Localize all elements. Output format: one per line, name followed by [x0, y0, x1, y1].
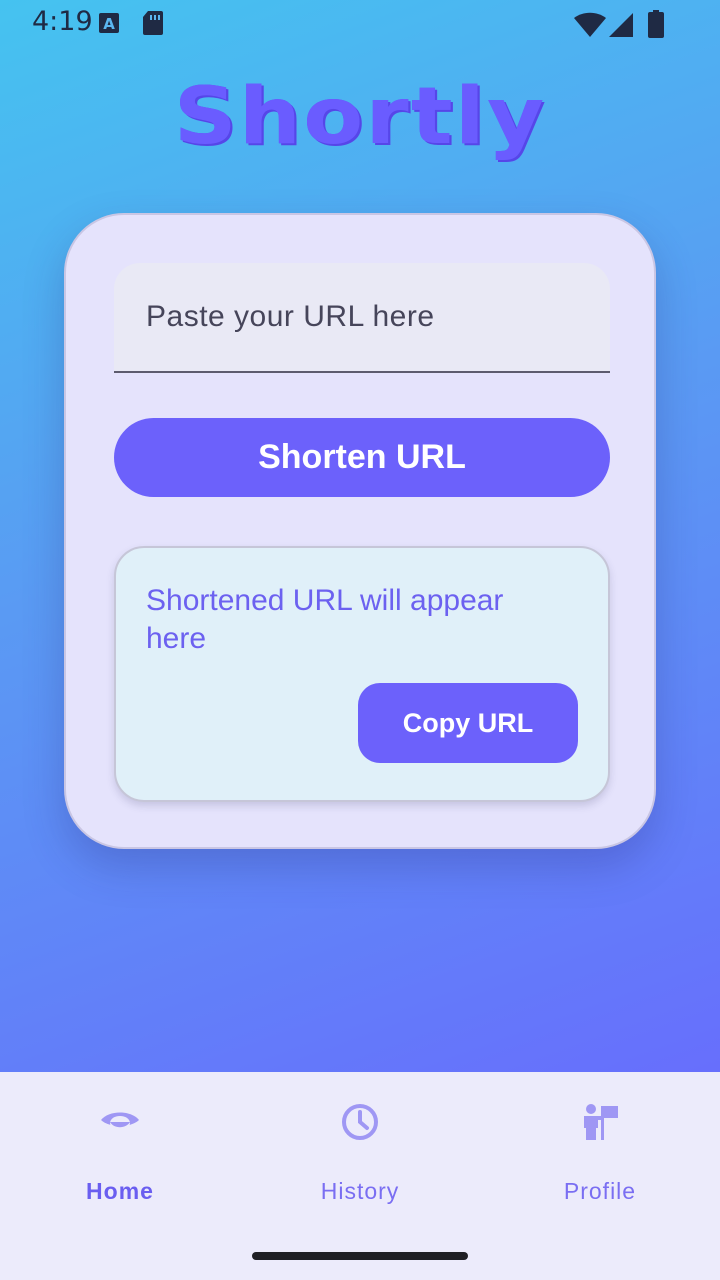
result-box: Shortened URL will appear here Copy URL — [114, 546, 610, 802]
status-time: 4:19 — [32, 6, 93, 37]
shortened-url-text: Shortened URL will appear here — [146, 584, 504, 655]
bottom-navigation: Home History Profile — [0, 1072, 720, 1280]
keyboard-a-icon: A — [98, 10, 120, 42]
eye-icon — [96, 1100, 144, 1144]
app-logo-title: Shortly — [173, 72, 547, 162]
nav-label-history: History — [320, 1178, 400, 1204]
shortener-card: Shorten URL Shortened URL will appear he… — [64, 213, 656, 849]
wifi-icon — [574, 12, 606, 45]
svg-text:A: A — [103, 15, 115, 33]
nav-label-home: Home — [86, 1178, 154, 1204]
shorten-url-button[interactable]: Shorten URL — [114, 418, 610, 497]
sd-card-icon — [142, 10, 164, 43]
clock-icon — [336, 1100, 384, 1144]
person-flag-icon — [576, 1100, 624, 1144]
nav-label-profile: Profile — [563, 1178, 637, 1204]
url-field[interactable] — [114, 263, 610, 373]
cellular-signal-icon — [608, 12, 634, 45]
nav-item-home[interactable]: Home — [0, 1072, 240, 1232]
nav-item-history[interactable]: History — [240, 1072, 480, 1232]
status-bar: 4:19 A — [0, 0, 720, 48]
url-input[interactable] — [146, 293, 586, 341]
nav-item-profile[interactable]: Profile — [480, 1072, 720, 1232]
copy-url-button[interactable]: Copy URL — [358, 683, 578, 763]
home-indicator[interactable] — [252, 1252, 468, 1260]
battery-icon — [648, 10, 664, 45]
